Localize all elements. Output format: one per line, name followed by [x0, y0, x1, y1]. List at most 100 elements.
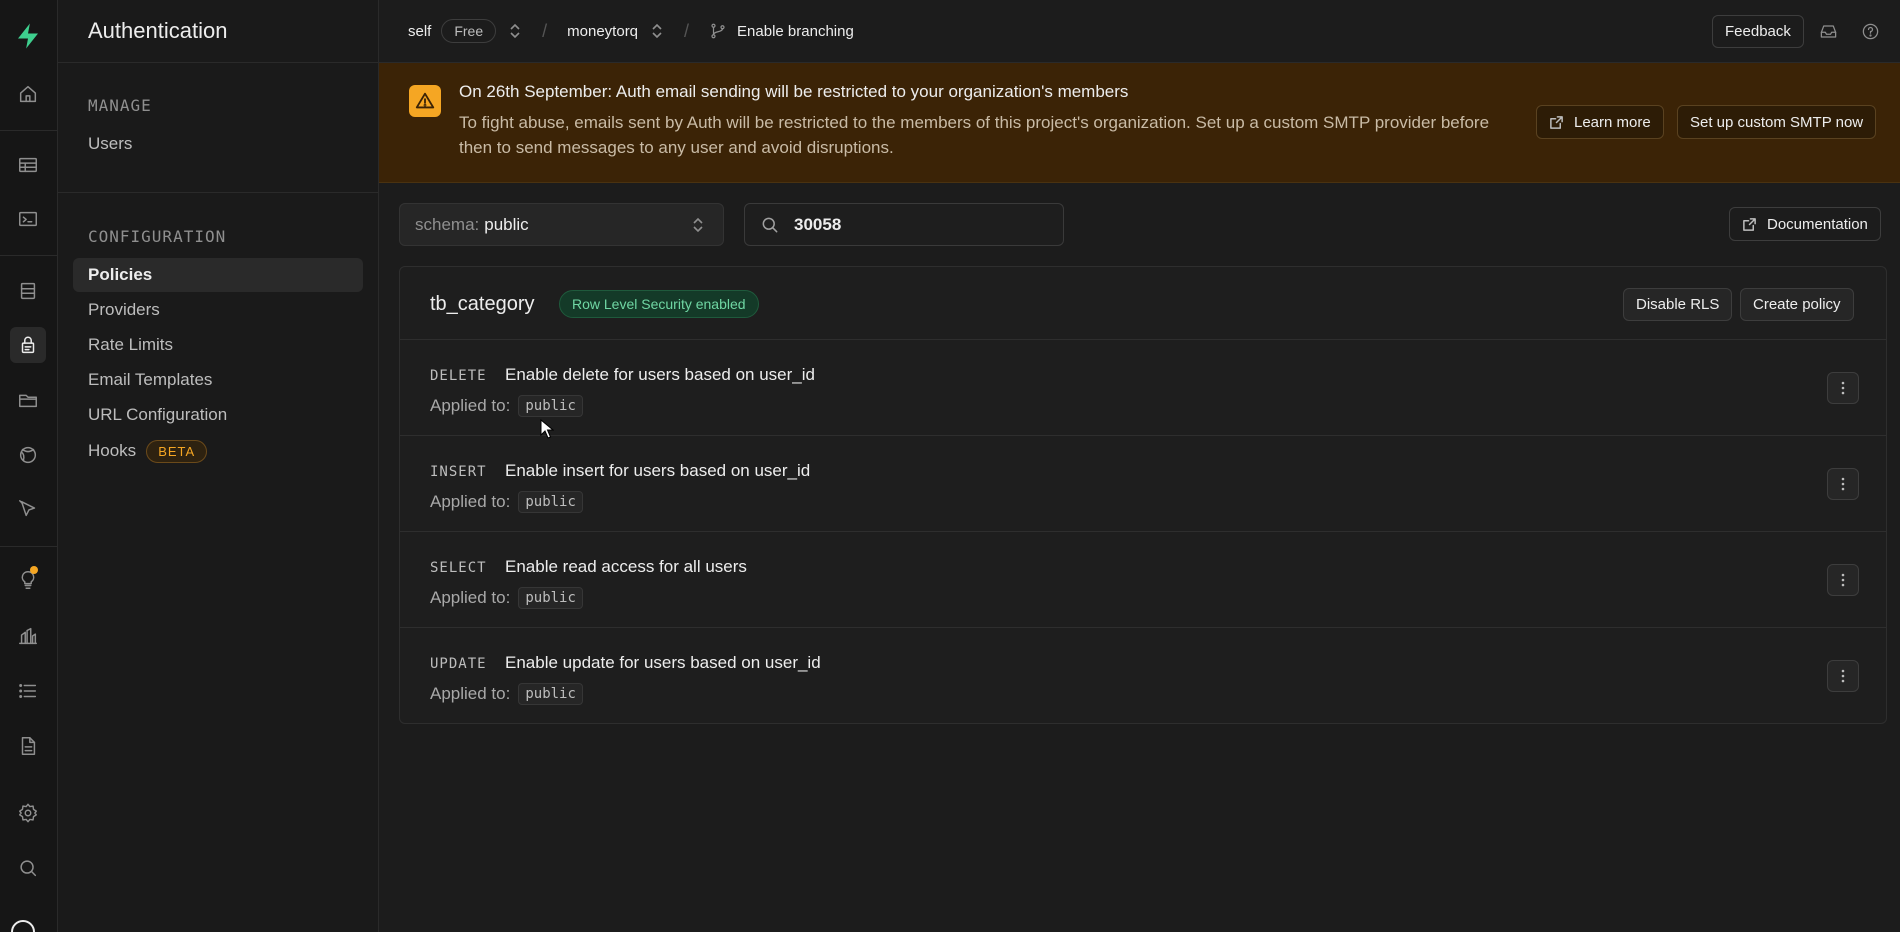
role-chip: public: [518, 683, 583, 705]
sidebar-item-label: Users: [88, 134, 133, 153]
more-vertical-icon: [1841, 477, 1845, 491]
database-icon[interactable]: [10, 273, 46, 309]
applied-to-label: Applied to:: [430, 396, 511, 415]
auth-icon[interactable]: [10, 327, 46, 363]
side-menu-header: Authentication: [58, 0, 378, 63]
user-avatar[interactable]: [11, 920, 35, 932]
policy-actions-button[interactable]: [1827, 372, 1859, 404]
org-name: self: [408, 22, 432, 40]
sidebar-item-users[interactable]: Users: [73, 127, 363, 161]
home-icon[interactable]: [10, 76, 46, 112]
project-selector[interactable]: moneytorq: [567, 22, 664, 40]
sql-editor-icon[interactable]: [10, 201, 46, 237]
schema-label: schema:: [415, 214, 480, 234]
more-vertical-icon: [1841, 573, 1845, 587]
create-policy-button[interactable]: Create policy: [1740, 288, 1854, 321]
logs-icon[interactable]: [10, 673, 46, 709]
policy-applied-to: Applied to: public: [430, 683, 583, 705]
realtime-icon[interactable]: [10, 437, 46, 473]
warning-icon: [409, 85, 441, 117]
policy-applied-to: Applied to: public: [430, 491, 583, 513]
page-title: Authentication: [88, 18, 228, 43]
policy-applied-to: Applied to: public: [430, 587, 583, 609]
policy-row[interactable]: DELETE Enable delete for users based on …: [400, 340, 1886, 436]
setup-smtp-label: Set up custom SMTP now: [1690, 113, 1864, 131]
role-chip: public: [518, 491, 583, 513]
table-editor-icon[interactable]: [10, 147, 46, 183]
policy-command: DELETE: [430, 368, 487, 384]
top-bar: self Free / moneytorq / Enable branching…: [379, 0, 1900, 63]
role-chip: public: [518, 587, 583, 609]
inbox-icon[interactable]: [1819, 22, 1838, 46]
policy-actions-button[interactable]: [1827, 468, 1859, 500]
git-branch-icon: [709, 22, 727, 40]
beta-badge: BETA: [146, 439, 208, 463]
create-policy-label: Create policy: [1753, 296, 1841, 313]
learn-more-button[interactable]: Learn more: [1536, 105, 1664, 139]
storage-icon[interactable]: [10, 382, 46, 418]
sidebar-item-label: Hooks: [88, 441, 137, 460]
icon-rail: [0, 0, 58, 932]
policy-name: Enable update for users based on user_id: [505, 653, 821, 672]
policy-row[interactable]: INSERT Enable insert for users based on …: [400, 436, 1886, 532]
settings-icon[interactable]: [10, 795, 46, 831]
group-label-manage: MANAGE: [88, 96, 152, 115]
external-link-icon: [1742, 217, 1757, 232]
chevron-up-down-icon: [691, 216, 705, 234]
reports-icon[interactable]: [10, 618, 46, 654]
disable-rls-button[interactable]: Disable RLS: [1623, 288, 1733, 321]
policy-row[interactable]: UPDATE Enable update for users based on …: [400, 628, 1886, 723]
learn-more-label: Learn more: [1574, 113, 1651, 131]
documentation-button[interactable]: Documentation: [1729, 207, 1881, 241]
policies-panel: tb_category Row Level Security enabled D…: [399, 266, 1887, 724]
feedback-label: Feedback: [1725, 23, 1791, 40]
schema-value: public: [484, 214, 529, 234]
feedback-button[interactable]: Feedback: [1712, 15, 1804, 48]
side-menu: Authentication MANAGE Users CONFIGURATIO…: [58, 0, 379, 932]
policy-applied-to: Applied to: public: [430, 395, 583, 417]
external-link-icon: [1549, 115, 1564, 130]
sidebar-item-hooks[interactable]: Hooks BETA: [73, 434, 363, 468]
applied-to-label: Applied to:: [430, 684, 511, 703]
documentation-label: Documentation: [1767, 215, 1868, 233]
mouse-cursor-icon: [540, 419, 554, 439]
enable-branching-label: Enable branching: [737, 22, 854, 40]
setup-smtp-button[interactable]: Set up custom SMTP now: [1677, 105, 1877, 139]
org-selector[interactable]: self Free: [408, 19, 522, 43]
sidebar-item-url-configuration[interactable]: URL Configuration: [73, 398, 363, 432]
breadcrumb-separator: /: [684, 20, 690, 41]
advisors-icon[interactable]: [10, 562, 46, 598]
policy-command: INSERT: [430, 464, 487, 480]
sidebar-item-label: Rate Limits: [88, 335, 174, 354]
policy-command: UPDATE: [430, 656, 487, 672]
plan-badge: Free: [441, 19, 497, 43]
policy-actions-button[interactable]: [1827, 564, 1859, 596]
help-icon[interactable]: [1861, 22, 1880, 46]
project-name: moneytorq: [567, 22, 639, 40]
role-chip: public: [518, 395, 583, 417]
enable-branching-button[interactable]: Enable branching: [709, 22, 854, 40]
sidebar-item-email-templates[interactable]: Email Templates: [73, 363, 363, 397]
search-icon[interactable]: [10, 850, 46, 886]
banner-title: On 26th September: Auth email sending wi…: [459, 82, 1129, 101]
policies-table-header: tb_category Row Level Security enabled D…: [400, 267, 1886, 340]
logo-icon[interactable]: [10, 18, 46, 54]
edge-functions-icon[interactable]: [10, 491, 46, 527]
sidebar-item-policies[interactable]: Policies: [73, 258, 363, 292]
policy-actions-button[interactable]: [1827, 660, 1859, 692]
search-input[interactable]: 30058: [744, 203, 1064, 246]
chevron-up-down-icon: [508, 22, 522, 40]
sidebar-item-label: Providers: [88, 300, 160, 319]
sidebar-item-label: Policies: [88, 265, 153, 284]
applied-to-label: Applied to:: [430, 492, 511, 511]
api-docs-icon[interactable]: [10, 728, 46, 764]
sidebar-item-providers[interactable]: Providers: [73, 293, 363, 327]
search-value: 30058: [794, 214, 842, 234]
search-icon: [762, 217, 778, 232]
applied-to-label: Applied to:: [430, 588, 511, 607]
notification-dot: [30, 566, 38, 574]
policy-row[interactable]: SELECT Enable read access for all users …: [400, 532, 1886, 628]
schema-select[interactable]: schema: public: [399, 203, 724, 246]
sidebar-item-rate-limits[interactable]: Rate Limits: [73, 328, 363, 362]
policy-name: Enable delete for users based on user_id: [505, 365, 815, 384]
